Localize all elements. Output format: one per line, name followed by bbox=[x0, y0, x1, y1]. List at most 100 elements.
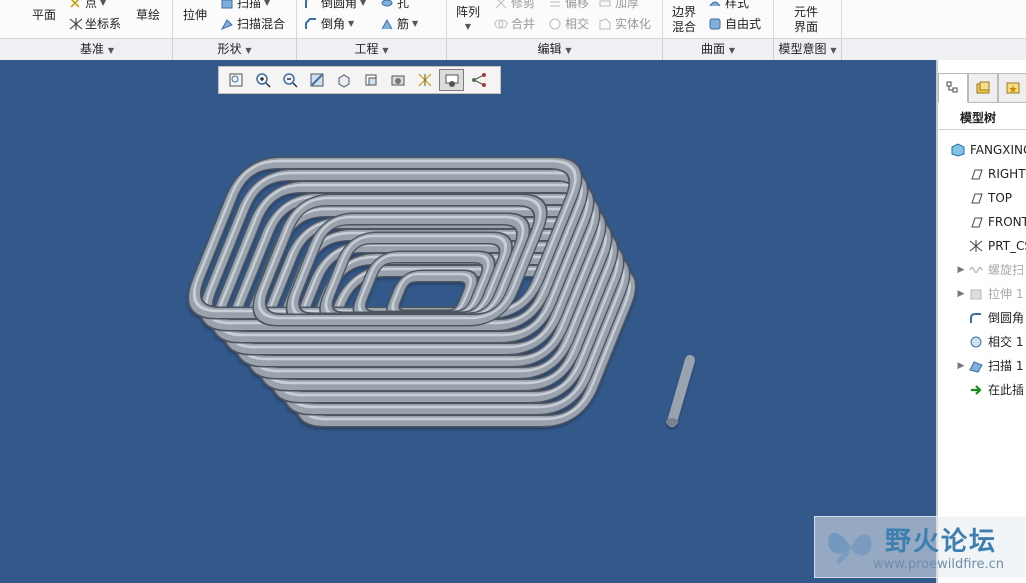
extrude-button[interactable]: 拉伸 bbox=[183, 6, 207, 23]
merge-label: 合并 bbox=[511, 17, 536, 31]
boundary-blend-label-1: 边界 bbox=[672, 5, 697, 19]
insert-arrow-icon bbox=[968, 383, 984, 397]
folder-browser-icon bbox=[976, 81, 990, 94]
sweep-button[interactable]: 扫描 ▼ bbox=[220, 0, 270, 11]
trim-icon bbox=[494, 0, 508, 10]
watermark-title: 野火论坛 bbox=[885, 527, 998, 557]
point-icon bbox=[68, 0, 82, 10]
divider bbox=[938, 129, 1026, 130]
tree-item[interactable]: ▶ 螺旋扫 bbox=[938, 260, 1024, 280]
pattern-label: 阵列 bbox=[456, 5, 481, 19]
tree-item[interactable]: 在此插 bbox=[938, 380, 1024, 400]
hole-label: 孔 bbox=[397, 0, 410, 10]
chevron-down-icon: ▼ bbox=[245, 46, 252, 55]
expand-arrow-icon[interactable]: ▶ bbox=[954, 284, 968, 304]
chevron-down-icon: ▼ bbox=[412, 19, 419, 28]
chevron-down-icon: ▼ bbox=[830, 46, 837, 55]
plane-button[interactable]: 平面 bbox=[32, 6, 56, 23]
tree-item[interactable]: ▶ 拉伸 1 bbox=[938, 284, 1024, 304]
datum-plane-icon bbox=[968, 167, 984, 181]
tree-item[interactable]: PRT_CS bbox=[938, 236, 1026, 256]
style-button[interactable]: 样式 bbox=[708, 0, 749, 11]
tree-item[interactable]: 相交 1 bbox=[938, 332, 1023, 352]
style-label: 样式 bbox=[725, 0, 750, 10]
thicken-button[interactable]: 加厚 bbox=[598, 0, 639, 11]
rib-label: 筋 bbox=[397, 17, 410, 31]
butterfly-logo-icon bbox=[828, 532, 872, 565]
intersect-label: 相交 bbox=[565, 17, 590, 31]
freestyle-button[interactable]: 自由式 bbox=[708, 15, 761, 32]
tab-model-tree[interactable] bbox=[938, 73, 968, 103]
boundary-blend-label-2: 混合 bbox=[672, 20, 697, 34]
chevron-down-icon: ▼ bbox=[348, 19, 355, 28]
rib-button[interactable]: 筋 ▼ bbox=[380, 15, 418, 32]
ribbon-group-labels: 基准 ▼ 形状 ▼ 工程 ▼ 编辑 ▼ 曲面 ▼ 模型意图 ▼ bbox=[0, 38, 1026, 61]
thicken-label: 加厚 bbox=[615, 0, 640, 10]
coil-tube-model[interactable] bbox=[0, 60, 936, 583]
group-surfaces[interactable]: 曲面 ▼ bbox=[663, 39, 774, 60]
tree-item[interactable]: ▶ 扫描 1 bbox=[938, 356, 1024, 376]
swept-blend-icon bbox=[220, 17, 234, 31]
group-editing[interactable]: 编辑 ▼ bbox=[447, 39, 663, 60]
offset-icon bbox=[548, 0, 562, 10]
tree-item-label: TOP bbox=[988, 191, 1013, 205]
tree-item-label: 倒圆角 bbox=[988, 311, 1025, 325]
pattern-button[interactable]: 阵列 ▼ bbox=[456, 6, 480, 33]
group-model-intent[interactable]: 模型意图 ▼ bbox=[774, 39, 842, 60]
merge-button[interactable]: 合并 bbox=[494, 15, 535, 32]
datum-plane-icon bbox=[968, 215, 984, 229]
csys-label: 坐标系 bbox=[85, 17, 122, 31]
chamfer-button[interactable]: 倒角 ▼ bbox=[304, 15, 354, 32]
component-interface-label-1: 元件 bbox=[794, 5, 819, 19]
tree-item-label: RIGHT bbox=[988, 167, 1026, 181]
model-tree-title: 模型树 bbox=[960, 111, 997, 125]
freestyle-label: 自由式 bbox=[725, 17, 762, 31]
trim-button[interactable]: 修剪 bbox=[494, 0, 535, 11]
group-shape[interactable]: 形状 ▼ bbox=[173, 39, 297, 60]
sketch-label: 草绘 bbox=[136, 8, 161, 22]
tab-favorites[interactable] bbox=[998, 73, 1026, 103]
group-datum[interactable]: 基准 ▼ bbox=[22, 39, 173, 60]
intersect-icon bbox=[548, 17, 562, 31]
tree-item[interactable]: 倒圆角 bbox=[938, 308, 1024, 328]
ribbon: 平面 点 ▼ 坐标系 草绘 拉伸 扫描 ▼ 扫描混合 倒圆角 ▼ 孔 倒角 ▼ 筋 ▼ 阵… bbox=[0, 0, 1026, 38]
graphics-viewport[interactable] bbox=[0, 60, 936, 583]
component-interface-button[interactable]: 元件 界面 bbox=[794, 6, 818, 33]
chevron-down-icon: ▼ bbox=[464, 22, 472, 31]
part-icon bbox=[950, 143, 966, 157]
round-icon bbox=[304, 0, 318, 10]
intersect-icon bbox=[968, 335, 984, 349]
solidify-button[interactable]: 实体化 bbox=[598, 15, 651, 32]
point-label: 点 bbox=[85, 0, 98, 10]
solidify-label: 实体化 bbox=[615, 17, 652, 31]
group-engineering[interactable]: 工程 ▼ bbox=[297, 39, 447, 60]
swept-blend-button[interactable]: 扫描混合 bbox=[220, 15, 285, 32]
sweep-icon bbox=[220, 0, 234, 10]
solidify-icon bbox=[598, 17, 612, 31]
trim-label: 修剪 bbox=[511, 0, 536, 10]
boundary-blend-button[interactable]: 边界 混合 bbox=[672, 6, 696, 33]
hole-icon bbox=[380, 0, 394, 10]
component-interface-label-2: 界面 bbox=[794, 20, 819, 34]
expand-arrow-icon[interactable]: ▶ bbox=[954, 356, 968, 376]
tree-item[interactable]: RIGHT bbox=[938, 164, 1026, 184]
tree-item-label: 在此插 bbox=[988, 383, 1025, 397]
tree-item-label: PRT_CS bbox=[988, 239, 1026, 253]
round-button[interactable]: 倒圆角 ▼ bbox=[304, 0, 366, 11]
expand-arrow-icon[interactable]: ▶ bbox=[954, 260, 968, 280]
intersect-button[interactable]: 相交 bbox=[548, 15, 589, 32]
csys-button[interactable]: 坐标系 bbox=[68, 15, 121, 32]
point-button[interactable]: 点 ▼ bbox=[68, 0, 106, 11]
favorites-icon bbox=[1006, 82, 1020, 94]
tab-folder-browser[interactable] bbox=[968, 73, 998, 103]
offset-button[interactable]: 偏移 bbox=[548, 0, 589, 11]
watermark-url: www.proewildfire.cn bbox=[873, 557, 1004, 572]
csys-icon bbox=[68, 17, 83, 31]
model-tree-panel: 模型树 FANGXING RIGHT TOP FRONT PRT_CS ▶ 螺旋扫 ▶ 拉伸 … bbox=[936, 60, 1026, 583]
hole-button[interactable]: 孔 bbox=[380, 0, 409, 11]
panel-tabs bbox=[938, 73, 1026, 103]
tree-item[interactable]: TOP bbox=[938, 188, 1012, 208]
sketch-button[interactable]: 草绘 bbox=[136, 6, 160, 23]
tree-item[interactable]: FRONT bbox=[938, 212, 1026, 232]
tree-root[interactable]: FANGXING bbox=[950, 140, 1026, 160]
